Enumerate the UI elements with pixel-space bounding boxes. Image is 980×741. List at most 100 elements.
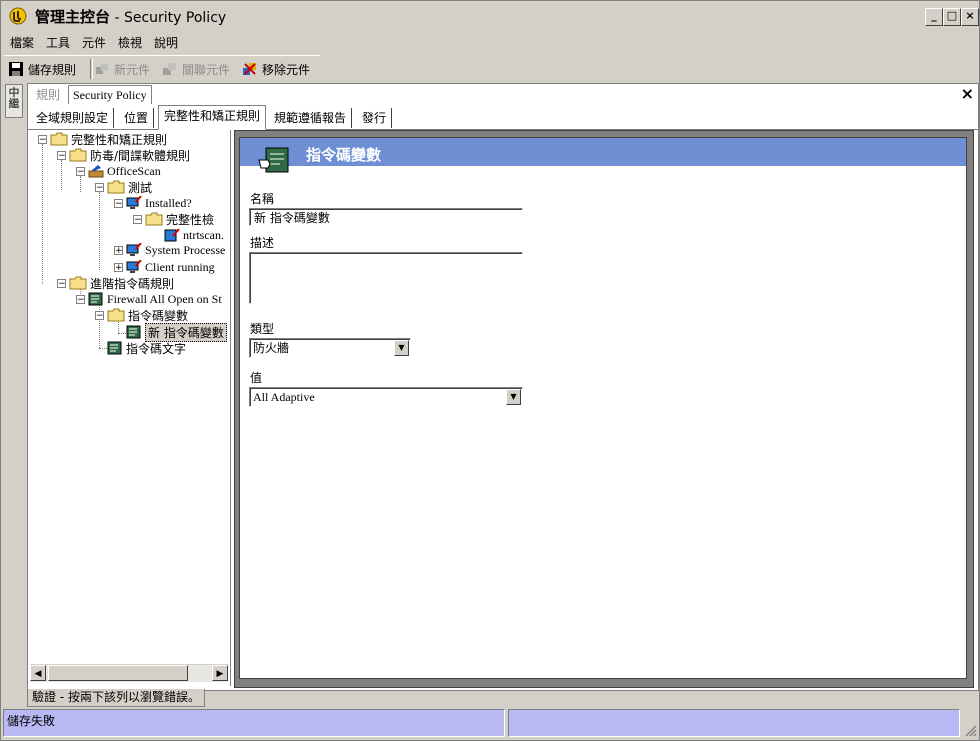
expand-icon[interactable]: + — [114, 262, 123, 272]
tab-publish[interactable]: 發行 — [357, 108, 393, 128]
tree-node-label: OfficeScan — [107, 163, 161, 178]
window-title-sub: - Security Policy — [110, 10, 227, 26]
status-message: 儲存失敗 — [3, 709, 505, 737]
validation-tab[interactable]: 驗證 - 按兩下該列以瀏覽錯誤。 — [27, 689, 205, 707]
monitor-check-icon — [126, 243, 142, 256]
folder-icon — [107, 180, 125, 194]
status-bar: 儲存失敗 — [3, 709, 979, 739]
folder-icon — [69, 276, 87, 290]
tab-location[interactable]: 位置 — [119, 108, 155, 128]
type-select-value: 防火牆 — [253, 341, 290, 355]
detail-header: 指令碼變數 — [240, 138, 966, 173]
name-label: 名稱 — [250, 192, 275, 206]
close-document-icon[interactable]: × — [961, 84, 974, 103]
tree-line — [42, 144, 43, 284]
collapse-icon[interactable]: − — [95, 310, 104, 320]
save-rules-button[interactable]: 儲存規則 — [8, 60, 76, 78]
collapse-icon[interactable]: − — [114, 198, 123, 208]
tree-horizontal-scrollbar[interactable]: ◀ ▶ — [30, 664, 228, 682]
type-label: 類型 — [250, 322, 275, 336]
collapse-icon[interactable]: − — [38, 134, 47, 144]
tree-node-script-text[interactable]: 指令碼文字 — [107, 340, 186, 356]
menu-help[interactable]: 說明 — [154, 34, 178, 51]
tree-node-ntrtscan[interactable]: ntrtscan. — [164, 227, 224, 243]
tab-compliance-report[interactable]: 規範遵循報告 — [269, 108, 353, 128]
tree-node-label: System Processe — [145, 242, 226, 257]
menu-file[interactable]: 檔案 — [10, 34, 34, 51]
expand-icon[interactable]: + — [114, 245, 123, 255]
new-component-button[interactable]: 新元件 — [94, 60, 150, 78]
monitor-check-icon — [126, 260, 142, 273]
collapse-icon[interactable]: − — [133, 214, 142, 224]
tree-node-test[interactable]: − 測試 — [95, 179, 152, 195]
tree-node-officescan[interactable]: − OfficeScan — [76, 163, 161, 179]
script-variable-hand-icon — [258, 147, 289, 173]
menu-tools[interactable]: 工具 — [46, 34, 70, 51]
link-component-label: 關聯元件 — [182, 62, 231, 77]
folder-icon — [69, 148, 87, 162]
resize-grip-icon[interactable] — [963, 723, 977, 737]
maximize-button[interactable]: □ — [943, 8, 961, 26]
tree-node-advanced-script-rules[interactable]: − 進階指令碼規則 — [57, 275, 174, 291]
tree-node-script-variables[interactable]: − 指令碼變數 — [95, 307, 188, 323]
tree-node-system-process[interactable]: + System Processe — [114, 242, 225, 258]
chevron-down-icon[interactable]: ▼ — [394, 340, 409, 356]
doc-tab-security-policy[interactable]: Security Policy — [68, 85, 152, 104]
name-field[interactable]: 新 指令碼變數 — [249, 208, 523, 226]
monitor-check-icon — [126, 196, 142, 209]
collapse-icon[interactable]: − — [95, 182, 104, 192]
tree-node-label: Client running — [145, 259, 215, 274]
scanner-rule-icon — [88, 165, 104, 178]
folder-icon — [50, 132, 68, 146]
tree-node-integrity-rules[interactable]: − 完整性和矯正規則 — [38, 131, 167, 147]
tab-global-rules[interactable]: 全域規則設定 — [31, 108, 115, 128]
detail-panel: 指令碼變數 名稱 新 指令碼變數 描述 類型 防火牆 ▼ 值 All Adapt… — [239, 137, 967, 679]
script-text-icon — [107, 341, 122, 355]
type-select[interactable]: 防火牆 ▼ — [249, 338, 411, 358]
link-component-button[interactable]: 關聯元件 — [162, 60, 230, 78]
tab-integrity-remediation[interactable]: 完整性和矯正規則 — [158, 105, 267, 130]
collapse-icon[interactable]: − — [76, 294, 85, 304]
toolbar: 儲存規則 新元件 關聯元件 移除元件 — [4, 55, 320, 82]
remove-component-icon — [243, 63, 256, 75]
chevron-down-icon[interactable]: ▼ — [506, 389, 521, 405]
collapse-icon[interactable]: − — [76, 166, 85, 176]
description-field[interactable] — [249, 252, 523, 304]
file-check-icon — [164, 228, 180, 242]
menu-components[interactable]: 元件 — [82, 34, 106, 51]
scroll-left-arrow-icon[interactable]: ◀ — [30, 665, 46, 681]
folder-icon — [107, 308, 125, 322]
doc-tab-rules[interactable]: 規則 — [36, 86, 60, 103]
tree-node-installed[interactable]: − Installed? — [114, 195, 192, 211]
collapse-icon[interactable]: − — [57, 150, 66, 160]
tree-node-integrity-check[interactable]: − 完整性檢 — [133, 211, 214, 227]
tree-line — [61, 160, 62, 190]
title-bar: 管理主控台 - Security Policy _ □ × — [1, 1, 979, 31]
tree-node-antivirus-rules[interactable]: − 防毒/間諜軟體規則 — [57, 147, 190, 163]
save-rules-label: 儲存規則 — [28, 62, 77, 77]
value-select-value: All Adaptive — [253, 390, 315, 404]
scroll-right-arrow-icon[interactable]: ▶ — [212, 665, 228, 681]
window-title-main: 管理主控台 — [35, 8, 111, 26]
tree-node-firewall-all-open[interactable]: − Firewall All Open on St — [76, 291, 222, 307]
close-button[interactable]: × — [961, 8, 979, 26]
tree-node-label: Firewall All Open on St — [107, 291, 222, 306]
remove-component-button[interactable]: 移除元件 — [242, 60, 310, 78]
minimize-button[interactable]: _ — [925, 8, 943, 26]
collapse-icon[interactable]: − — [57, 278, 66, 288]
floppy-disk-icon — [9, 62, 23, 76]
tree-node-label: 指令碼文字 — [126, 341, 187, 356]
value-select[interactable]: All Adaptive ▼ — [249, 387, 523, 407]
scroll-thumb[interactable] — [48, 665, 188, 681]
tree-node-client-running[interactable]: + Client running — [114, 259, 215, 275]
tree-node-new-script-variable[interactable]: 新 指令碼變數 — [126, 322, 227, 342]
folder-icon — [145, 212, 163, 226]
workspace: 規則 Security Policy × 全域規則設定 位置 完整性和矯正規則 … — [27, 83, 979, 691]
menu-view[interactable]: 檢視 — [118, 34, 142, 51]
side-tab-relay[interactable]: 中繼 — [5, 84, 23, 118]
document-tabs: 規則 Security Policy × — [28, 84, 978, 104]
detail-frame: 指令碼變數 名稱 新 指令碼變數 描述 類型 防火牆 ▼ 值 All Adapt… — [234, 130, 974, 688]
remove-component-label: 移除元件 — [262, 62, 311, 77]
detail-title: 指令碼變數 — [306, 146, 382, 164]
tree-node-label: Installed? — [145, 195, 192, 210]
